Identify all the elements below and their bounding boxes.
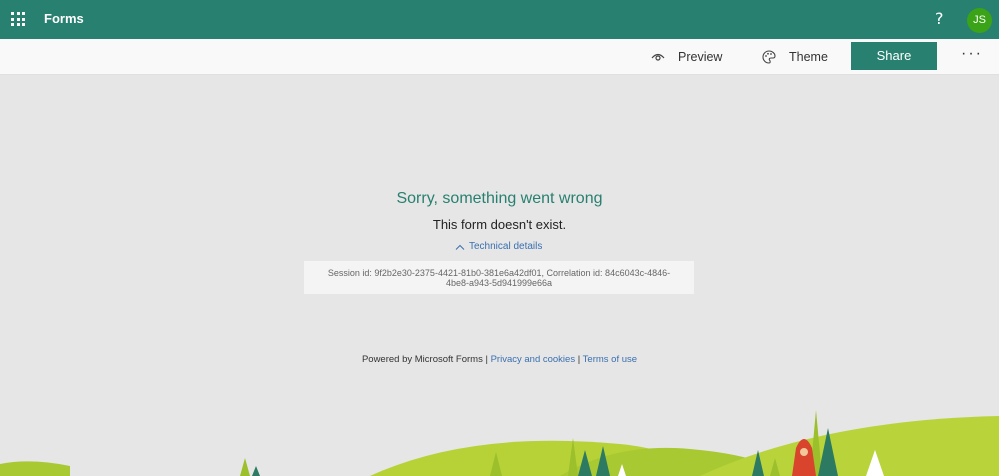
preview-button[interactable]: Preview bbox=[651, 48, 722, 66]
footer: Powered by Microsoft Forms | Privacy and… bbox=[0, 354, 999, 365]
toolbar: Preview Theme Share ··· bbox=[0, 39, 999, 75]
footer-separator: | bbox=[575, 354, 583, 365]
avatar[interactable]: JS bbox=[967, 8, 992, 33]
palette-icon bbox=[762, 50, 776, 64]
landscape-illustration bbox=[0, 410, 999, 476]
powered-by-text: Powered by Microsoft Forms | bbox=[361, 354, 491, 365]
terms-link[interactable]: Terms of use bbox=[583, 354, 637, 365]
top-bar: Forms ? JS bbox=[0, 0, 999, 39]
technical-details-label: Technical details bbox=[469, 241, 543, 252]
share-button[interactable]: Share bbox=[851, 42, 937, 70]
help-icon[interactable]: ? bbox=[935, 9, 944, 28]
preview-label: Preview bbox=[678, 50, 723, 64]
technical-details-toggle[interactable]: Technical details bbox=[455, 241, 542, 252]
error-message: This form doesn't exist. bbox=[432, 217, 567, 232]
waffle-icon[interactable] bbox=[11, 12, 25, 26]
privacy-link[interactable]: Privacy and cookies bbox=[491, 354, 575, 365]
more-options-button[interactable]: ··· bbox=[961, 45, 983, 63]
theme-label: Theme bbox=[789, 50, 828, 64]
session-info: Session id: 9f2b2e30-2375-4421-81b0-381e… bbox=[304, 261, 694, 294]
error-title: Sorry, something went wrong bbox=[396, 190, 603, 207]
chevron-up-icon bbox=[455, 244, 465, 250]
eye-icon bbox=[651, 53, 665, 61]
app-name[interactable]: Forms bbox=[44, 11, 84, 26]
theme-button[interactable]: Theme bbox=[762, 48, 828, 66]
